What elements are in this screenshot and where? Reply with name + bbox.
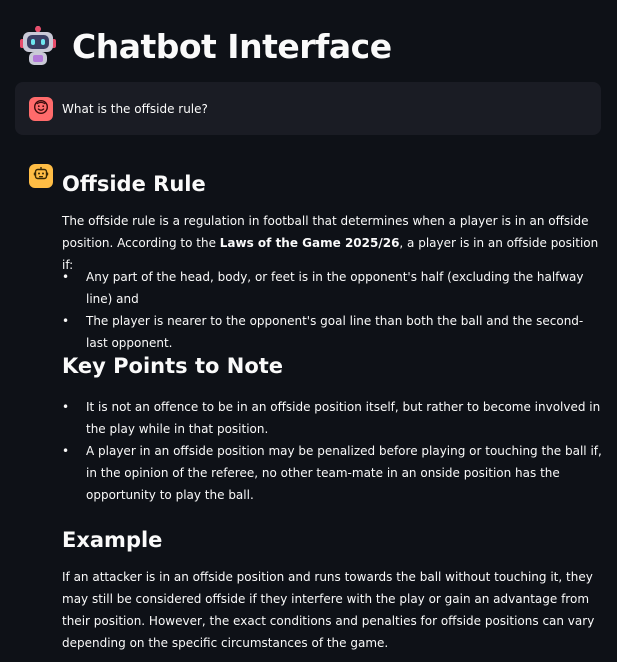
- header: Chatbot Interface: [20, 26, 392, 66]
- offside-conditions-list: Any part of the head, body, or feet is i…: [62, 266, 602, 354]
- user-message-text: What is the offside rule?: [62, 101, 208, 116]
- assistant-avatar: [29, 164, 53, 188]
- robot-icon: [20, 26, 56, 66]
- heading-key-points: Key Points to Note: [62, 354, 284, 378]
- key-points-list: It is not an offence to be in an offside…: [62, 396, 602, 506]
- example-paragraph: If an attacker is in an offside position…: [62, 570, 595, 650]
- user-avatar: [29, 96, 53, 121]
- list-item: It is not an offence to be in an offside…: [62, 396, 602, 440]
- list-item: The player is nearer to the opponent's g…: [62, 310, 602, 354]
- bot-face-icon: [33, 166, 49, 186]
- list-item: A player in an offside position may be p…: [62, 440, 602, 506]
- laws-of-the-game-bold: Laws of the Game 2025/26: [219, 236, 400, 250]
- heading-offside-rule: Offside Rule: [62, 172, 206, 196]
- chat-page: Chatbot Interface What is the offside ru…: [0, 0, 617, 662]
- smiling-face-icon: [33, 99, 49, 119]
- page-title: Chatbot Interface: [72, 26, 392, 66]
- list-item: Any part of the head, body, or feet is i…: [62, 266, 602, 310]
- heading-example: Example: [62, 528, 163, 552]
- user-message: What is the offside rule?: [15, 82, 601, 135]
